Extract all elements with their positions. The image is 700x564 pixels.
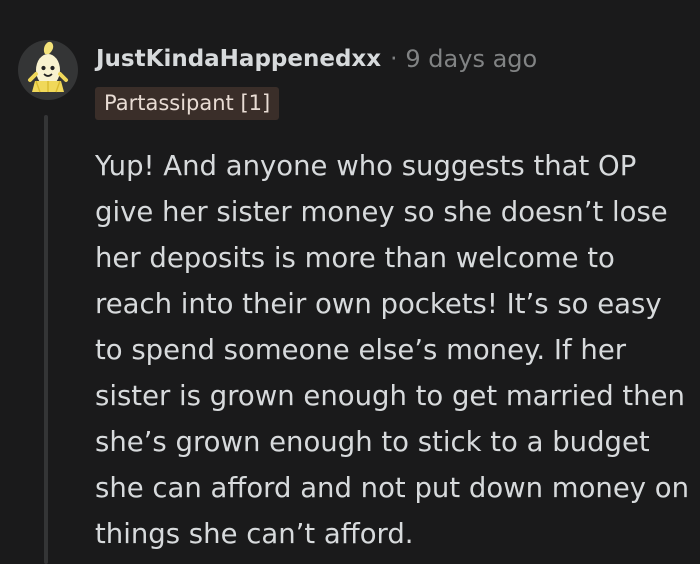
meta-separator: · [390,46,398,72]
username-link[interactable]: JustKindaHappenedxx [96,46,381,72]
thread-collapse-line[interactable] [44,115,48,564]
user-flair: Partassipant [1] [95,87,280,120]
timestamp-link[interactable]: 9 days ago [405,45,537,73]
banana-character-icon [28,41,68,93]
comment-meta: JustKindaHappenedxx · 9 days ago [96,42,537,76]
comment: JustKindaHappenedxx · 9 days ago Partass… [0,0,700,564]
comment-body: Yup! And anyone who suggests that OP giv… [95,150,690,550]
avatar[interactable] [18,40,78,100]
